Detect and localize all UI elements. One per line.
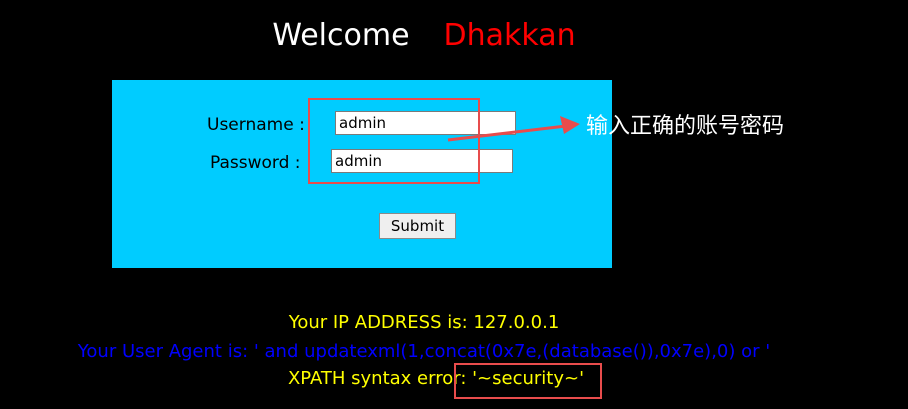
xpath-error-text: XPATH syntax error: '~security~' <box>287 368 585 389</box>
welcome-text: Welcome <box>272 18 410 53</box>
submit-button[interactable]: Submit <box>379 213 456 239</box>
welcome-heading: Welcome Dhakkan <box>0 14 848 58</box>
arrow-right-icon <box>447 116 580 142</box>
username-label: Username : <box>207 115 305 135</box>
password-label: Password : <box>210 153 301 173</box>
user-name-text: Dhakkan <box>443 18 576 53</box>
user-agent-text: Your User Agent is: ' and updatexml(1,co… <box>77 341 771 362</box>
annotation-note: 输入正确的账号密码 <box>586 114 785 139</box>
page: Welcome Dhakkan Username : Password : Sub… <box>0 0 908 409</box>
highlight-box-error <box>454 363 602 399</box>
ip-address-text: Your IP ADDRESS is: 127.0.0.1 <box>288 312 560 333</box>
